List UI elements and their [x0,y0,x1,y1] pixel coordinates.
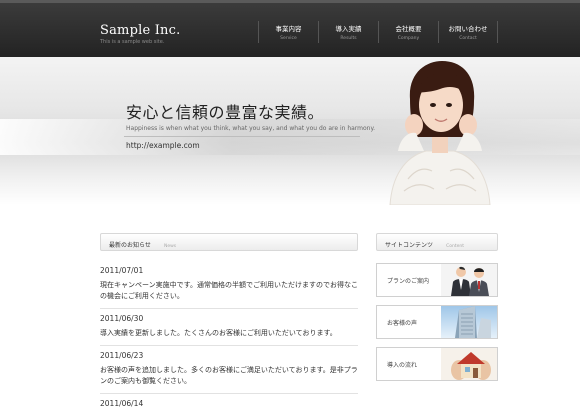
site-header: Sample Inc. This is a sample web site. 事… [0,0,580,57]
site-logo[interactable]: Sample Inc. [100,23,180,38]
news-item: 2011/06/30 導入実績を更新しました。たくさんのお客様にご利用いただいて… [100,309,358,346]
banner-plan[interactable]: プランのご案内 [376,263,498,297]
office-building-image [441,306,497,338]
news-section: 最新のお知らせ News 2011/07/01 現在キャンペーン実施中です。通常… [100,233,358,416]
news-text: お客様の声を追加しました。多くのお客様にご満足いただいております。是非プランのご… [100,366,358,385]
sidebar-heading-bar: サイトコンテンツ Content [376,233,498,251]
hero-subtitle: Happiness is when what you think, what y… [126,125,376,132]
nav-item-contact[interactable]: お問い合わせ Contact [438,21,498,43]
nav-sublabel: Results [340,36,357,41]
news-date: 2011/06/30 [100,314,144,323]
nav-label: 事業内容 [275,25,302,33]
news-heading-sub: News [163,244,177,249]
hero-url[interactable]: http://example.com [126,141,200,150]
nav-label: 会社概要 [395,25,422,33]
nav-item-results[interactable]: 導入実績 Results [318,21,378,43]
nav-item-service[interactable]: 事業内容 Service [258,21,318,43]
nav-label: お問い合わせ [448,25,488,33]
news-item: 2011/06/23 お客様の声を追加しました。多くのお客様にご満足いただいてお… [100,346,358,394]
nav-sublabel: Company [397,36,420,41]
news-date: 2011/07/01 [100,266,144,275]
nav-sublabel: Contact [459,36,477,41]
woman-portrait-image [389,61,491,205]
nav-item-company[interactable]: 会社概要 Company [378,21,438,43]
banner-label: 導入の流れ [387,362,418,369]
news-item: 2011/07/01 現在キャンペーン実施中です。通常価格の半額でご利用いただけ… [100,261,358,309]
site-tagline: This is a sample web site. [100,39,165,45]
banner-label: お客様の声 [387,320,418,327]
news-text: 現在キャンペーン実施中です。通常価格の半額でご利用いただけますのでお得なこの機会… [100,281,358,300]
hero-divider [124,136,360,137]
business-people-image [441,264,497,296]
nav-sublabel: Service [280,36,297,41]
house-model-image [441,348,497,380]
global-nav: 事業内容 Service 導入実績 Results 会社概要 Company お… [258,21,498,43]
banner-label: プランのご案内 [387,278,430,285]
news-item: 2011/06/14 [100,394,358,416]
banner-voice[interactable]: お客様の声 [376,305,498,339]
sidebar-heading-sub: Content [446,244,465,249]
news-list: 2011/07/01 現在キャンペーン実施中です。通常価格の半額でご利用いただけ… [100,261,358,416]
sidebar: サイトコンテンツ Content プランのご案内 お客様の声 導入の流れ [376,233,498,389]
news-heading: 最新のお知らせ [109,242,151,249]
nav-label: 導入実績 [335,25,362,33]
banner-flow[interactable]: 導入の流れ [376,347,498,381]
hero-title: 安心と信頼の豊富な実績。 [126,103,325,122]
sidebar-heading: サイトコンテンツ [385,242,434,249]
news-date: 2011/06/23 [100,351,144,360]
hero-banner: 安心と信頼の豊富な実績。 Happiness is when what you … [0,57,580,205]
news-text: 導入実績を更新しました。たくさんのお客様にご利用いただいております。 [100,329,337,337]
news-heading-bar: 最新のお知らせ News [100,233,358,251]
